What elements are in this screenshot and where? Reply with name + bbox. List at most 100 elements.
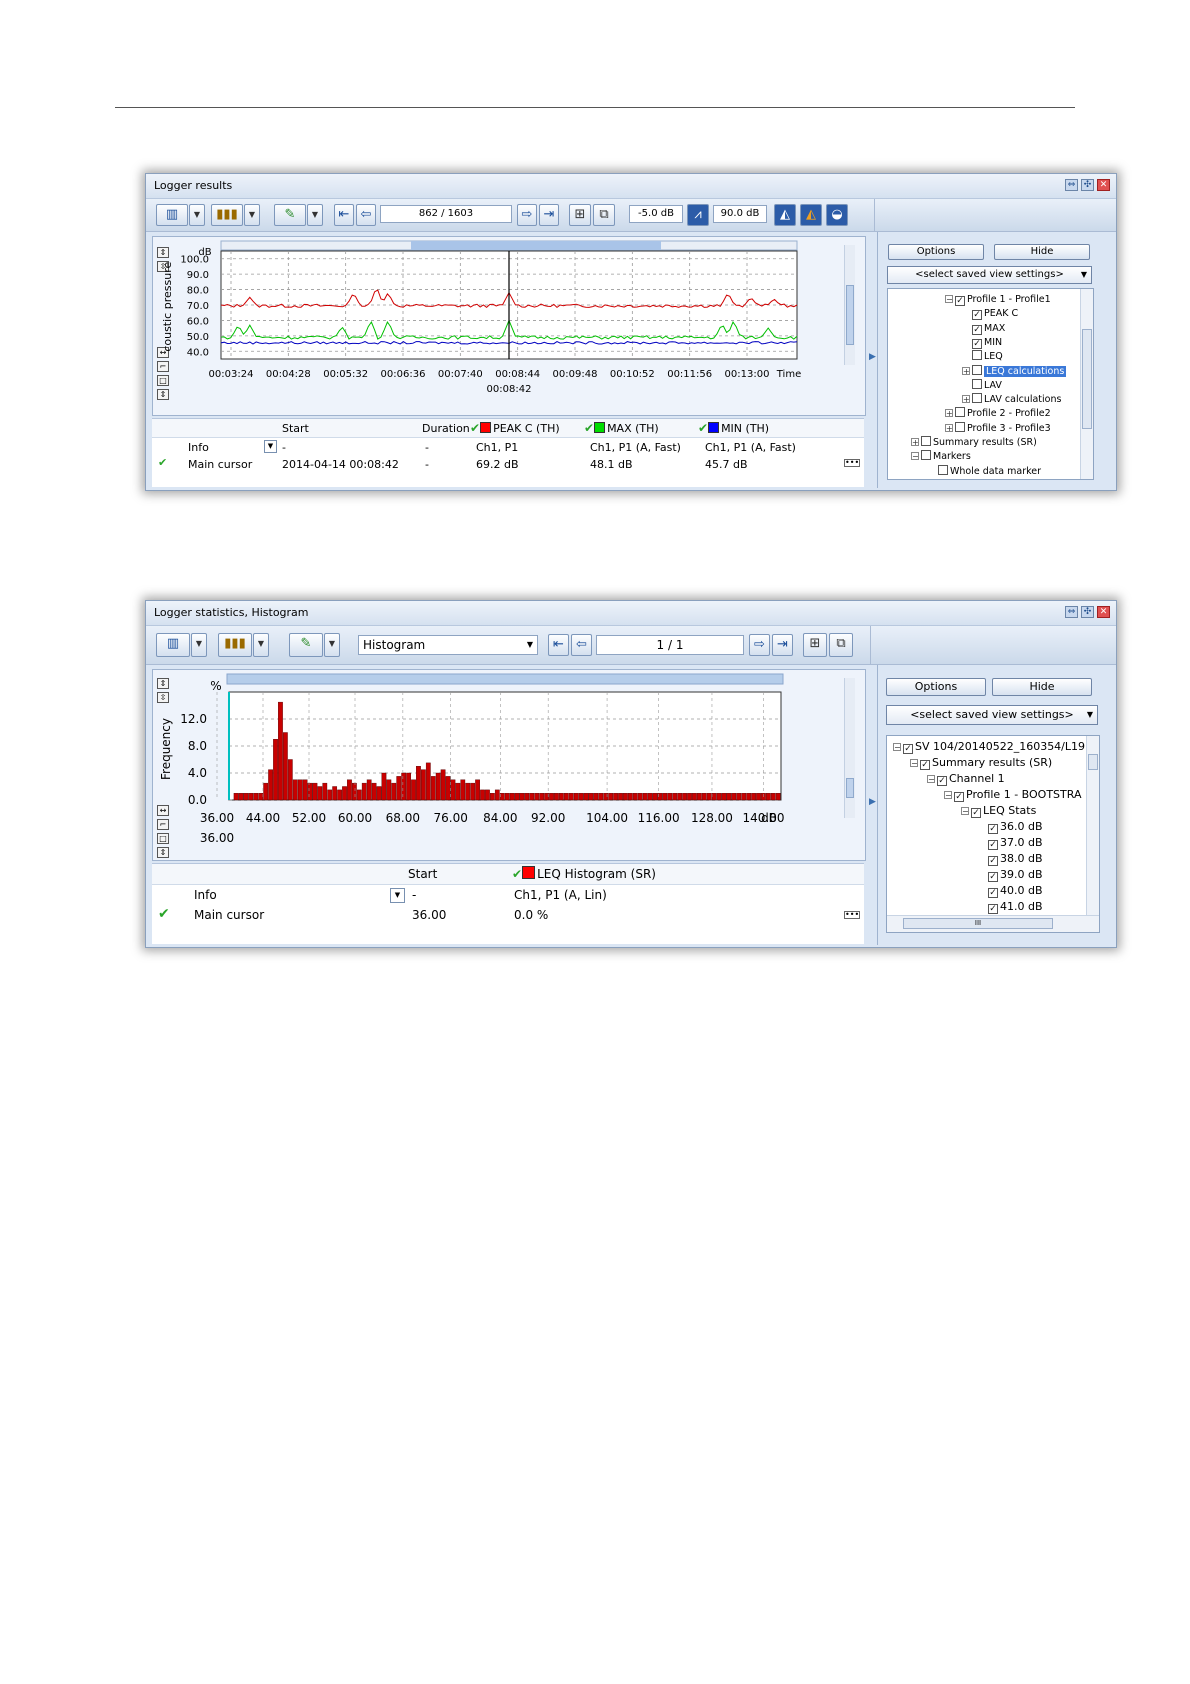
layout-button[interactable]: ▥ bbox=[156, 204, 188, 226]
next-record-button[interactable]: ⇨ bbox=[517, 204, 537, 226]
collapse-icon[interactable]: − bbox=[911, 452, 919, 461]
last-record-button[interactable]: ⇥ bbox=[539, 204, 559, 226]
tree-item[interactable]: − ✓ Profile 1 - Profile1 bbox=[945, 293, 1051, 307]
tree-item[interactable]: − ✓ SV 104/20140522_160354/L19.S bbox=[893, 740, 1096, 754]
chart-type-dropdown-icon[interactable]: ▼ bbox=[253, 633, 269, 657]
results-tree[interactable]: − ✓ SV 104/20140522_160354/L19.S − ✓ Summary … bbox=[886, 735, 1100, 933]
export-chart-button[interactable]: ◒ bbox=[826, 204, 848, 226]
expand-panel-icon[interactable]: ▶ bbox=[869, 797, 876, 807]
close-icon[interactable]: ✕ bbox=[1097, 606, 1110, 618]
tree-horizontal-scrollbar[interactable]: III bbox=[887, 915, 1099, 932]
tree-item[interactable]: − Markers bbox=[911, 450, 971, 464]
tree-item-checkbox[interactable]: ✓ bbox=[971, 808, 981, 818]
next-page-button[interactable]: ⇨ bbox=[749, 634, 770, 656]
tree-scrollbar[interactable] bbox=[1080, 289, 1093, 479]
tree-item[interactable]: + LAV calculations bbox=[962, 393, 1061, 407]
more-icon[interactable]: ••• bbox=[844, 911, 861, 919]
expand-panel-icon[interactable]: ▶ bbox=[869, 352, 876, 362]
tree-item-checkbox[interactable]: ✓ bbox=[988, 872, 998, 882]
tools-button[interactable]: ✎ bbox=[289, 633, 323, 657]
maximize-icon[interactable]: ✣ bbox=[1081, 606, 1094, 618]
expand-icon[interactable]: + bbox=[962, 366, 970, 375]
overlay-view-button[interactable]: ⧉ bbox=[593, 204, 615, 226]
table-row[interactable]: Info ▼ - - Ch1, P1 Ch1, P1 (A, Fast) Ch1… bbox=[152, 438, 864, 455]
tree-item[interactable]: ✓ 41.0 dB bbox=[978, 900, 1043, 914]
tree-item-checkbox[interactable]: ✓ bbox=[937, 776, 947, 786]
previous-record-button[interactable]: ⇦ bbox=[356, 204, 376, 226]
tree-item[interactable]: + Summary results (SR) bbox=[911, 436, 1037, 450]
tree-item-checkbox[interactable]: ✓ bbox=[920, 760, 930, 770]
maximize-icon[interactable]: ✣ bbox=[1081, 179, 1094, 191]
tree-horizontal-scrollbar-thumb[interactable]: III bbox=[903, 918, 1053, 929]
saved-view-select[interactable]: <select saved view settings> ▼ bbox=[886, 705, 1098, 725]
tree-item[interactable]: + Profile 2 - Profile2 bbox=[945, 407, 1051, 421]
tree-item[interactable]: Whole data marker bbox=[928, 464, 1041, 479]
tree-item[interactable]: − ✓ Summary results (SR) bbox=[910, 756, 1052, 770]
info-dropdown-icon[interactable]: ▼ bbox=[264, 440, 277, 453]
layout-dropdown-icon[interactable]: ▼ bbox=[189, 204, 205, 226]
hide-button[interactable]: Hide bbox=[994, 244, 1090, 260]
saved-view-select[interactable]: <select saved view settings> ▼ bbox=[887, 266, 1092, 284]
tree-item-checkbox[interactable]: ✓ bbox=[988, 840, 998, 850]
histogram-chart[interactable]: % 12.0 8.0 4.0 0.0 36.00 44.00 52.00 60.00 68.00 7… bbox=[153, 670, 865, 860]
tree-item-checkbox[interactable] bbox=[921, 436, 931, 446]
chart-type-dropdown-icon[interactable]: ▼ bbox=[244, 204, 260, 226]
tree-item[interactable]: ✓ MAX bbox=[962, 322, 1005, 336]
more-icon[interactable]: ••• bbox=[844, 459, 861, 467]
tree-item[interactable]: + LEQ calculations bbox=[962, 364, 1067, 379]
tree-item-checkbox[interactable]: ✓ bbox=[955, 296, 965, 306]
first-record-button[interactable]: ⇤ bbox=[334, 204, 354, 226]
tree-item-checkbox[interactable] bbox=[938, 464, 948, 475]
tree-item-checkbox[interactable] bbox=[955, 421, 965, 432]
overlay-view-button[interactable]: ⧉ bbox=[829, 633, 853, 657]
tree-scrollbar-thumb[interactable] bbox=[1088, 754, 1098, 770]
close-icon[interactable]: ✕ bbox=[1097, 179, 1110, 191]
collapse-icon[interactable]: − bbox=[961, 807, 969, 816]
expand-icon[interactable]: + bbox=[962, 395, 970, 404]
level-min-field[interactable]: -5.0 dB bbox=[629, 205, 683, 223]
plot-scrollbar-thumb[interactable] bbox=[846, 285, 854, 345]
tree-item-checkbox[interactable] bbox=[921, 450, 931, 461]
collapse-icon[interactable]: − bbox=[910, 759, 918, 768]
level-max-field[interactable]: 90.0 dB bbox=[713, 205, 767, 223]
plot-scrollbar[interactable] bbox=[844, 678, 855, 818]
table-row[interactable]: ✔ Main cursor 2014-04-14 00:08:42 - 69.2… bbox=[152, 455, 864, 472]
tree-scrollbar[interactable] bbox=[1086, 736, 1099, 916]
expand-icon[interactable]: + bbox=[911, 438, 919, 447]
collapse-icon[interactable]: − bbox=[893, 743, 901, 752]
tools-dropdown-icon[interactable]: ▼ bbox=[307, 204, 323, 226]
collapse-icon[interactable]: − bbox=[927, 775, 935, 784]
tree-item-checkbox[interactable]: ✓ bbox=[972, 310, 982, 321]
tree-item[interactable]: ✓ 38.0 dB bbox=[978, 852, 1043, 866]
tree-item-checkbox[interactable]: ✓ bbox=[972, 324, 982, 335]
page-counter-field[interactable]: 1 / 1 bbox=[596, 635, 744, 655]
split-view-button[interactable]: ⊞ bbox=[803, 633, 827, 657]
zoom-chart-button[interactable]: ◭ bbox=[774, 204, 796, 226]
tree-item[interactable]: ✓ PEAK C bbox=[962, 307, 1018, 321]
tree-item[interactable]: ✓ 40.0 dB bbox=[978, 884, 1043, 898]
tree-item-checkbox[interactable]: ✓ bbox=[972, 338, 982, 349]
tree-scrollbar-thumb[interactable] bbox=[1082, 329, 1092, 429]
collapse-icon[interactable]: − bbox=[944, 791, 952, 800]
tree-item-checkbox[interactable]: ✓ bbox=[954, 792, 964, 802]
hide-button[interactable]: Hide bbox=[992, 678, 1092, 696]
tree-item[interactable]: ✓ 36.0 dB bbox=[978, 820, 1043, 834]
tree-item[interactable]: − ✓ Channel 1 bbox=[927, 772, 1005, 786]
tree-item-checkbox[interactable]: ✓ bbox=[988, 888, 998, 898]
split-view-button[interactable]: ⊞ bbox=[569, 204, 591, 226]
autoscale-button[interactable]: ⩘ bbox=[687, 204, 709, 226]
chart-type-button[interactable]: ▮▮▮ bbox=[218, 633, 252, 657]
last-page-button[interactable]: ⇥ bbox=[772, 634, 793, 656]
plot-scrollbar[interactable] bbox=[844, 245, 855, 365]
tree-item[interactable]: ✓ MIN bbox=[962, 336, 1002, 350]
tree-item-checkbox[interactable]: ✓ bbox=[988, 856, 998, 866]
expand-icon[interactable]: + bbox=[945, 423, 953, 432]
tools-dropdown-icon[interactable]: ▼ bbox=[324, 633, 340, 657]
tree-item-checkbox[interactable]: ✓ bbox=[988, 824, 998, 834]
plot-scrollbar-thumb[interactable] bbox=[846, 778, 854, 798]
undock-icon[interactable]: ⇔ bbox=[1065, 606, 1078, 618]
view-select[interactable]: Histogram ▼ bbox=[358, 635, 538, 655]
results-tree[interactable]: − ✓ Profile 1 - Profile1 ✓ PEAK C ✓ MAX ✓ MIN LEQ… bbox=[887, 288, 1094, 480]
previous-page-button[interactable]: ⇦ bbox=[571, 634, 592, 656]
tools-button[interactable]: ✎ bbox=[274, 204, 306, 226]
